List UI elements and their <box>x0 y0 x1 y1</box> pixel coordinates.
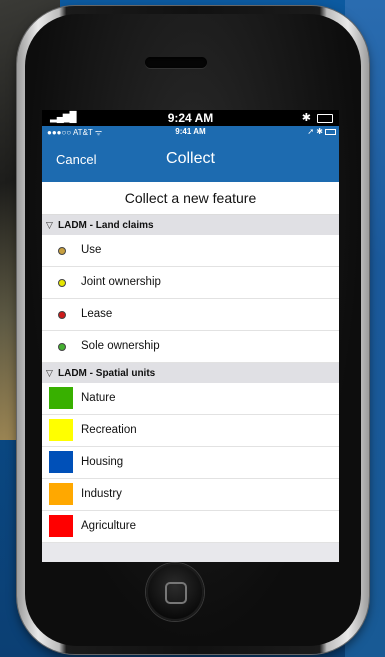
feature-label: Industry <box>81 488 122 500</box>
point-symbol-icon <box>58 311 66 319</box>
list-empty-area <box>42 543 339 562</box>
polygon-symbol-icon <box>49 419 73 441</box>
section-header-land-claims[interactable]: ▽ LADM - Land claims <box>42 215 339 235</box>
page-title: Collect <box>166 150 215 167</box>
feature-label: Housing <box>81 456 124 468</box>
feature-label: Joint ownership <box>81 276 161 288</box>
feature-label: Use <box>81 244 102 256</box>
bluetooth-icon: ✱ <box>301 112 311 124</box>
point-symbol-icon <box>58 247 66 255</box>
feature-label: Sole ownership <box>81 340 160 352</box>
app-battery-icon <box>325 129 336 135</box>
device-time: 9:24 AM <box>167 111 214 125</box>
home-square-icon <box>165 582 187 604</box>
speaker-grille <box>145 57 207 68</box>
chevron-down-icon: ▽ <box>46 220 53 230</box>
feature-label: Recreation <box>81 424 137 436</box>
polygon-symbol-icon <box>49 387 73 409</box>
point-symbol-icon <box>58 343 66 351</box>
feature-label: Nature <box>81 392 116 404</box>
section-title: LADM - Land claims <box>58 220 154 231</box>
phone-screen: ▂▄▆█ 9:24 AM ✱ ●●●○○ AT&T ᯤ 9:41 AM ➚ ✱ … <box>42 110 339 562</box>
app-navigation-bar: ●●●○○ AT&T ᯤ 9:41 AM ➚ ✱ Cancel Collect <box>42 126 339 182</box>
collect-subtitle: Collect a new feature <box>42 182 339 215</box>
feature-row-joint-ownership[interactable]: Joint ownership <box>42 267 339 299</box>
polygon-symbol-icon <box>49 515 73 537</box>
feature-row-industry[interactable]: Industry <box>42 479 339 511</box>
feature-row-use[interactable]: Use <box>42 235 339 267</box>
feature-row-housing[interactable]: Housing <box>42 447 339 479</box>
feature-label: Lease <box>81 308 113 320</box>
section-title: LADM - Spatial units <box>58 368 156 379</box>
device-status-bar: ▂▄▆█ 9:24 AM ✱ <box>42 110 339 126</box>
section-header-spatial-units[interactable]: ▽ LADM - Spatial units <box>42 363 339 383</box>
polygon-symbol-icon <box>49 451 73 473</box>
feature-row-agriculture[interactable]: Agriculture <box>42 511 339 543</box>
chevron-down-icon: ▽ <box>46 368 53 378</box>
feature-row-lease[interactable]: Lease <box>42 299 339 331</box>
point-symbol-icon <box>58 279 66 287</box>
feature-row-recreation[interactable]: Recreation <box>42 415 339 447</box>
battery-icon <box>317 114 333 123</box>
location-bluetooth-icons: ➚ ✱ <box>307 127 323 136</box>
polygon-symbol-icon <box>49 483 73 505</box>
feature-row-sole-ownership[interactable]: Sole ownership <box>42 331 339 363</box>
home-button[interactable] <box>146 563 204 621</box>
app-status-bar: ●●●○○ AT&T ᯤ 9:41 AM ➚ ✱ <box>42 126 339 138</box>
feature-row-nature[interactable]: Nature <box>42 383 339 415</box>
app-status-time: 9:41 AM <box>175 127 206 136</box>
feature-label: Agriculture <box>81 520 136 532</box>
